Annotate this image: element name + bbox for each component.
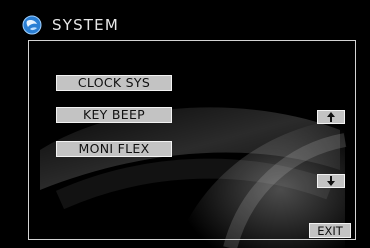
menu-item-clock-sys[interactable]: CLOCK SYS xyxy=(56,75,172,91)
system-globe-icon xyxy=(22,15,42,35)
system-menu-screen: SYSTEM CLOCK SYS KEY BEEP MONI FLEX EXIT xyxy=(0,0,370,248)
menu-item-label: MONI FLEX xyxy=(78,141,150,156)
arrow-down-icon xyxy=(327,176,335,186)
menu-frame xyxy=(28,40,356,240)
exit-label: EXIT xyxy=(317,223,343,238)
arrow-up-icon xyxy=(327,112,335,122)
menu-item-label: KEY BEEP xyxy=(82,107,145,122)
menu-item-label: CLOCK SYS xyxy=(77,75,151,90)
header: SYSTEM xyxy=(22,12,119,38)
exit-button[interactable]: EXIT xyxy=(309,223,351,238)
scroll-up-button[interactable] xyxy=(317,110,345,124)
menu-item-moni-flex[interactable]: MONI FLEX xyxy=(56,141,172,157)
scroll-down-button[interactable] xyxy=(317,174,345,188)
menu-item-key-beep[interactable]: KEY BEEP xyxy=(56,107,172,123)
page-title: SYSTEM xyxy=(52,16,119,34)
